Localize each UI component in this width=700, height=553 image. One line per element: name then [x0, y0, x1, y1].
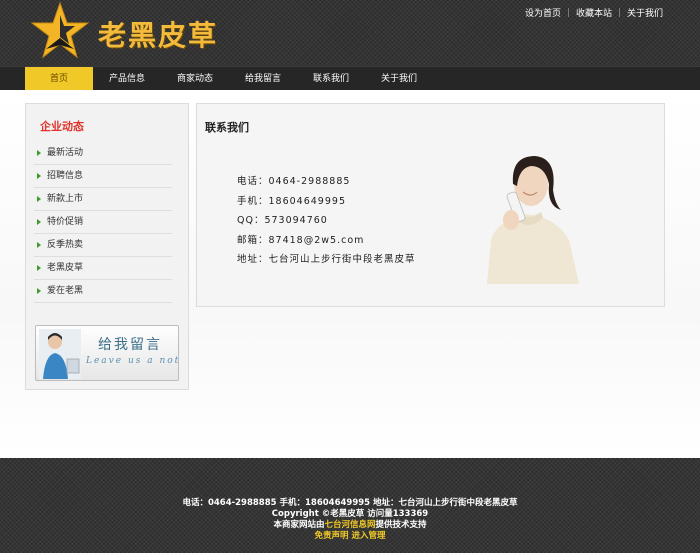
nav-item-contact[interactable]: 联系我们: [297, 67, 365, 91]
sidebar: 企业动态 最新活动 招聘信息 新款上市 特价促销 反季热卖 老黑皮草 爱在老黑 …: [25, 103, 189, 390]
phone-operator-image: [487, 148, 579, 284]
sidebar-item-specials[interactable]: 特价促销: [34, 211, 172, 234]
support-agent-icon: [39, 329, 81, 379]
admin-login-link[interactable]: 进入管理: [351, 531, 385, 541]
sidebar-item-jobs[interactable]: 招聘信息: [34, 165, 172, 188]
nav-item-about[interactable]: 关于我们: [365, 67, 433, 91]
contact-mobile: 手机：18604649995: [237, 195, 346, 207]
tech-support-link[interactable]: 七台河信息网: [324, 520, 375, 530]
sidebar-title: 企业动态: [40, 120, 84, 133]
site-logo-text[interactable]: 老黑皮草: [98, 14, 218, 54]
sidebar-item-new-arrivals[interactable]: 新款上市: [34, 188, 172, 211]
contact-panel: 联系我们 电话：0464-2988885 手机：18604649995 QQ：5…: [196, 103, 665, 307]
footer-support-suffix: 提供技术支持: [375, 520, 427, 530]
page-title: 联系我们: [205, 121, 249, 134]
bookmark-site-link[interactable]: 收藏本站: [569, 6, 619, 19]
sidebar-item-brand[interactable]: 老黑皮草: [34, 257, 172, 280]
sidebar-item-latest-events[interactable]: 最新活动: [34, 142, 172, 165]
nav-item-news[interactable]: 商家动态: [161, 67, 229, 91]
leave-message-title: 给我留言: [98, 337, 162, 353]
footer-links-line: 免责声明 进入管理: [0, 531, 700, 542]
footer-text: 电话：0464-2988885 手机：18604649995 地址：七台河山上步…: [0, 498, 700, 542]
sidebar-list: 最新活动 招聘信息 新款上市 特价促销 反季热卖 老黑皮草 爱在老黑: [34, 142, 172, 303]
star-logo-icon[interactable]: [30, 1, 90, 59]
sidebar-item-love[interactable]: 爱在老黑: [34, 280, 172, 303]
about-us-top-link[interactable]: 关于我们: [620, 6, 670, 19]
nav-item-message[interactable]: 给我留言: [229, 67, 297, 91]
contact-email: 邮箱：87418@2w5.com: [237, 234, 365, 246]
contact-phone: 电话：0464-2988885: [237, 176, 351, 187]
footer-support-line: 本商家网站由七台河信息网提供技术支持: [0, 520, 700, 531]
disclaimer-link[interactable]: 免责声明: [315, 531, 349, 541]
nav-item-products[interactable]: 产品信息: [93, 67, 161, 91]
set-homepage-link[interactable]: 设为首页: [518, 6, 568, 19]
contact-info-list: 电话：0464-2988885 手机：18604649995 QQ：573094…: [237, 172, 416, 270]
main-nav: 首页 产品信息 商家动态 给我留言 联系我们 关于我们: [0, 66, 700, 91]
site-header: 老黑皮草 设为首页 收藏本站 关于我们 首页 产品信息 商家动态 给我留言 联系…: [0, 0, 700, 91]
contact-address: 地址：七台河山上步行街中段老黑皮草: [237, 254, 416, 265]
leave-message-subtitle: Leave us a not: [86, 356, 181, 366]
top-links: 设为首页 收藏本站 关于我们: [518, 6, 670, 19]
contact-qq: QQ：573094760: [237, 215, 328, 226]
nav-item-home[interactable]: 首页: [25, 67, 93, 91]
footer-copyright-line: Copyright ©老黑皮草 访问量133369: [271, 509, 429, 519]
leave-message-banner[interactable]: 给我留言 Leave us a not: [35, 325, 179, 381]
footer-support-prefix: 本商家网站由: [273, 520, 325, 530]
sidebar-item-off-season[interactable]: 反季热卖: [34, 234, 172, 257]
site-footer: 电话：0464-2988885 手机：18604649995 地址：七台河山上步…: [0, 458, 700, 553]
footer-contact-line: 电话：0464-2988885 手机：18604649995 地址：七台河山上步…: [182, 498, 518, 508]
